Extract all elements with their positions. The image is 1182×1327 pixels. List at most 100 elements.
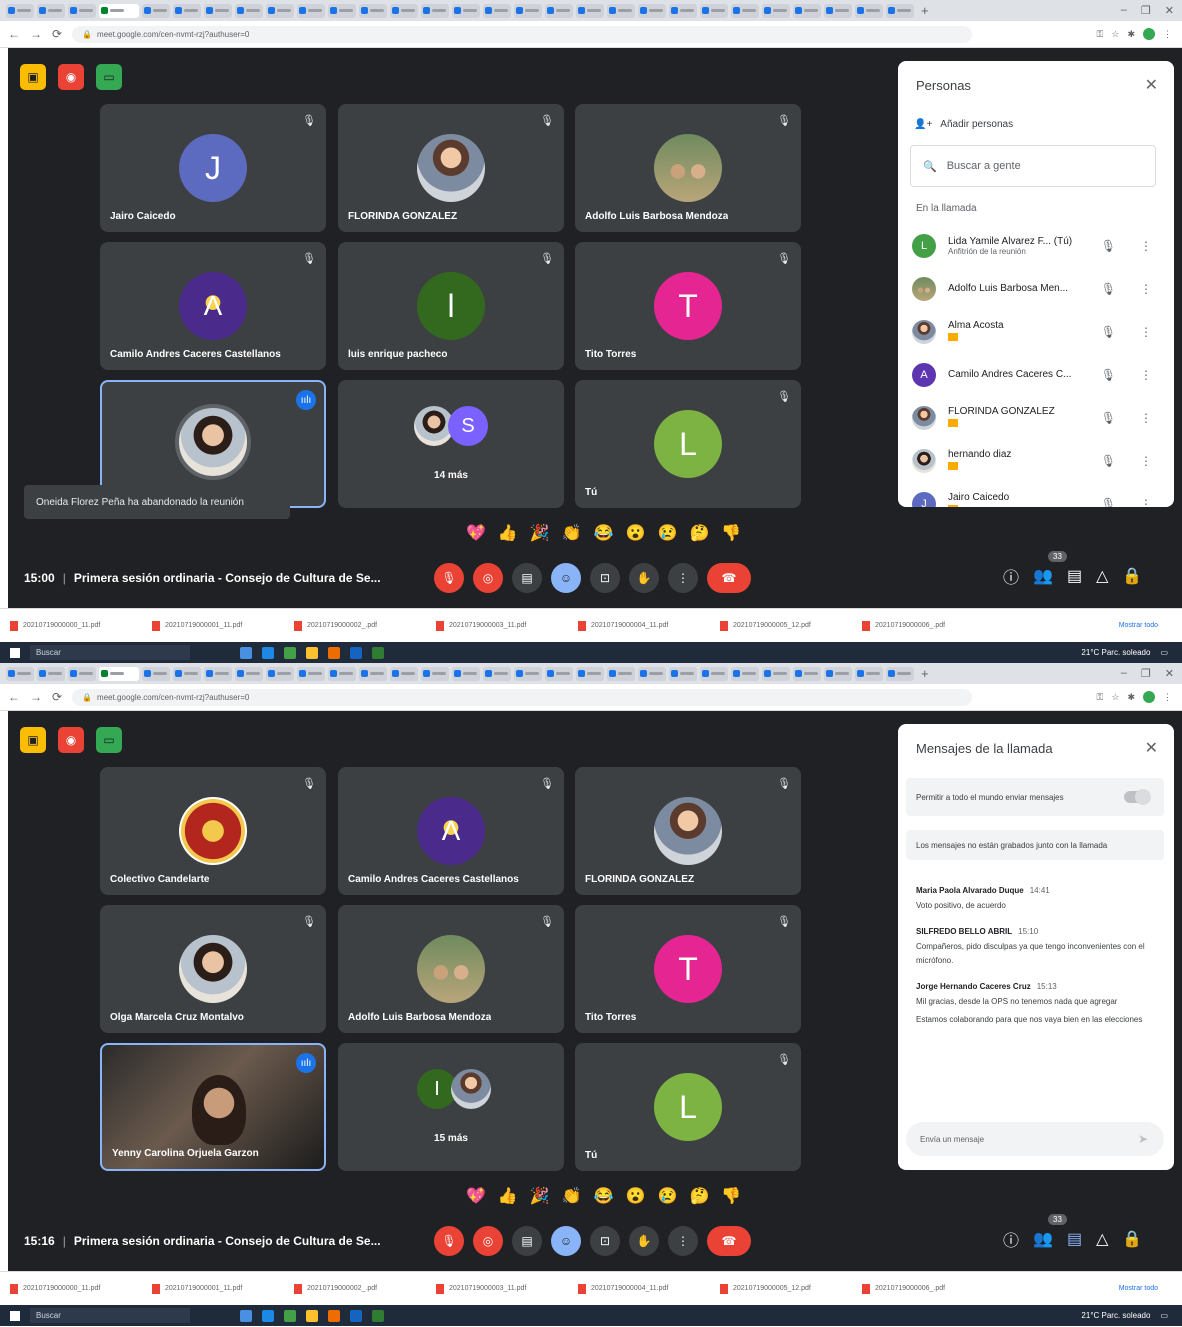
download-item[interactable]: 20210719000003_11.pdf bbox=[436, 1280, 564, 1298]
browser-tab[interactable] bbox=[545, 666, 573, 681]
reaction-laugh[interactable]: 😂 bbox=[594, 523, 614, 543]
more-vert-icon[interactable]: ⋮ bbox=[1140, 239, 1152, 253]
notifications-icon[interactable]: ▭ bbox=[1160, 648, 1168, 657]
browser-tab[interactable] bbox=[793, 666, 821, 681]
browser-tab[interactable] bbox=[6, 666, 34, 681]
browser-tab[interactable] bbox=[142, 666, 170, 681]
browser-tab[interactable] bbox=[576, 3, 604, 18]
download-item[interactable]: 20210719000004_11.pdf bbox=[578, 617, 706, 635]
browser-tab[interactable] bbox=[855, 666, 883, 681]
close-window-icon[interactable]: ✕ bbox=[1165, 667, 1174, 680]
new-tab-icon[interactable]: + bbox=[917, 3, 933, 18]
more-vert-icon[interactable]: ⋮ bbox=[1140, 411, 1152, 425]
mic-off-icon[interactable]: 🎙 bbox=[1101, 282, 1116, 296]
reaction-party[interactable]: 🎉 bbox=[530, 523, 550, 543]
participant-tile[interactable]: 🎙 FLORINDA GONZALEZ bbox=[575, 767, 801, 895]
present-button[interactable]: ⊡ bbox=[590, 563, 620, 593]
browser-tab[interactable] bbox=[173, 666, 201, 681]
reaction-surprised[interactable]: 😮 bbox=[626, 1186, 646, 1206]
participant-tile[interactable]: J 🎙 Jairo Caicedo bbox=[100, 104, 326, 232]
more-options-button[interactable]: ⋮ bbox=[668, 563, 698, 593]
self-tile[interactable]: L 🎙 Tú bbox=[575, 1043, 801, 1171]
browser-tab[interactable] bbox=[390, 3, 418, 18]
browser-tab[interactable] bbox=[483, 3, 511, 18]
participant-tile[interactable]: T 🎙 Tito Torres bbox=[575, 242, 801, 370]
browser-tab[interactable] bbox=[793, 3, 821, 18]
browser-tab[interactable] bbox=[204, 3, 232, 18]
toggle-switch[interactable] bbox=[1124, 789, 1151, 805]
profile-avatar[interactable] bbox=[1143, 691, 1155, 703]
host-controls-icon[interactable]: 🔒 bbox=[1122, 1229, 1142, 1249]
reaction-heart[interactable]: 💖 bbox=[466, 1186, 486, 1206]
browser-tab-active[interactable] bbox=[99, 3, 139, 18]
participant-tile[interactable]: Λ 🎙 Camilo Andres Caceres Castellanos bbox=[100, 242, 326, 370]
app-icon[interactable] bbox=[372, 1309, 384, 1322]
profile-avatar[interactable] bbox=[1143, 28, 1155, 40]
reaction-thinking[interactable]: 🤔 bbox=[689, 523, 709, 543]
browser-tab[interactable] bbox=[669, 666, 697, 681]
reaction-clap[interactable]: 👏 bbox=[562, 523, 582, 543]
chat-icon[interactable]: ▤ bbox=[1067, 1229, 1082, 1249]
forward-icon[interactable]: → bbox=[30, 690, 42, 704]
browser-tab[interactable] bbox=[824, 666, 852, 681]
mic-off-icon[interactable]: 🎙 bbox=[1101, 411, 1116, 425]
browser-tab[interactable] bbox=[638, 666, 666, 681]
download-item[interactable]: 20210719000005_12.pdf bbox=[720, 1280, 848, 1298]
browser-tab[interactable] bbox=[452, 3, 480, 18]
participant-tile[interactable]: 🎙 Adolfo Luis Barbosa Mendoza bbox=[575, 104, 801, 232]
browser-tab[interactable] bbox=[142, 3, 170, 18]
browser-tab[interactable] bbox=[68, 3, 96, 18]
browser-tab[interactable] bbox=[6, 3, 34, 18]
edge-icon[interactable] bbox=[262, 1309, 274, 1322]
leave-call-button[interactable]: ☎ bbox=[707, 1226, 751, 1256]
minimize-icon[interactable]: – bbox=[1121, 4, 1127, 17]
browser-tab[interactable] bbox=[235, 666, 263, 681]
captions-button[interactable]: ▤ bbox=[512, 563, 542, 593]
browser-tab[interactable] bbox=[421, 666, 449, 681]
send-icon[interactable]: ➤ bbox=[1138, 1132, 1148, 1146]
reaction-thumbs-up[interactable]: 👍 bbox=[498, 523, 518, 543]
star-icon[interactable]: ☆ bbox=[1111, 692, 1119, 703]
browser-tab[interactable] bbox=[700, 3, 728, 18]
meeting-details-icon[interactable]: ▣ bbox=[20, 64, 46, 90]
taskbar-search[interactable]: Buscar bbox=[30, 1308, 190, 1323]
captions-icon[interactable]: ▭ bbox=[96, 727, 122, 753]
reaction-clap[interactable]: 👏 bbox=[562, 1186, 582, 1206]
download-item[interactable]: 20210719000005_12.pdf bbox=[720, 617, 848, 635]
reactions-button[interactable]: ☺ bbox=[551, 563, 581, 593]
captions-button[interactable]: ▤ bbox=[512, 1226, 542, 1256]
download-item[interactable]: 20210719000006_.pdf bbox=[862, 1280, 990, 1298]
menu-icon[interactable]: ⋮ bbox=[1163, 692, 1172, 703]
reload-icon[interactable]: ⟳ bbox=[52, 27, 62, 41]
notifications-icon[interactable]: ▭ bbox=[1160, 1311, 1168, 1320]
mic-off-icon[interactable]: 🎙 bbox=[1101, 239, 1116, 253]
recording-icon[interactable]: ◉ bbox=[58, 64, 84, 90]
recording-icon[interactable]: ◉ bbox=[58, 727, 84, 753]
participant-tile[interactable]: 🎙 Adolfo Luis Barbosa Mendoza bbox=[338, 905, 564, 1033]
mic-off-icon[interactable]: 🎙 bbox=[1101, 325, 1116, 339]
restore-icon[interactable]: ❐ bbox=[1141, 4, 1151, 17]
new-tab-icon[interactable]: + bbox=[917, 666, 933, 681]
person-row[interactable]: A Camilo Andres Caceres C... 🎙 ⋮ bbox=[912, 353, 1160, 396]
participant-tile[interactable]: 🎙 Colectivo Candelarte bbox=[100, 767, 326, 895]
download-item[interactable]: 20210719000002_.pdf bbox=[294, 1280, 422, 1298]
download-item[interactable]: 20210719000000_11.pdf bbox=[10, 1280, 138, 1298]
message-input[interactable]: Envía un mensaje ➤ bbox=[906, 1122, 1164, 1156]
present-button[interactable]: ⊡ bbox=[590, 1226, 620, 1256]
more-vert-icon[interactable]: ⋮ bbox=[1140, 325, 1152, 339]
browser-tab[interactable] bbox=[173, 3, 201, 18]
activities-icon[interactable]: △ bbox=[1096, 1229, 1108, 1249]
participant-tile[interactable]: l 🎙 luis enrique pacheco bbox=[338, 242, 564, 370]
excel-icon[interactable] bbox=[284, 646, 296, 659]
host-controls-icon[interactable]: 🔒 bbox=[1122, 566, 1142, 586]
browser-tab[interactable] bbox=[359, 666, 387, 681]
leave-call-button[interactable]: ☎ bbox=[707, 563, 751, 593]
browser-tab[interactable] bbox=[514, 3, 542, 18]
close-icon[interactable]: ✕ bbox=[1145, 738, 1158, 758]
app-icon[interactable] bbox=[328, 1309, 340, 1322]
explorer-icon[interactable] bbox=[306, 1309, 318, 1322]
people-icon[interactable]: 👥 bbox=[1033, 566, 1053, 586]
more-vert-icon[interactable]: ⋮ bbox=[1140, 454, 1152, 468]
browser-tab[interactable] bbox=[514, 666, 542, 681]
browser-tab-active[interactable] bbox=[99, 666, 139, 681]
